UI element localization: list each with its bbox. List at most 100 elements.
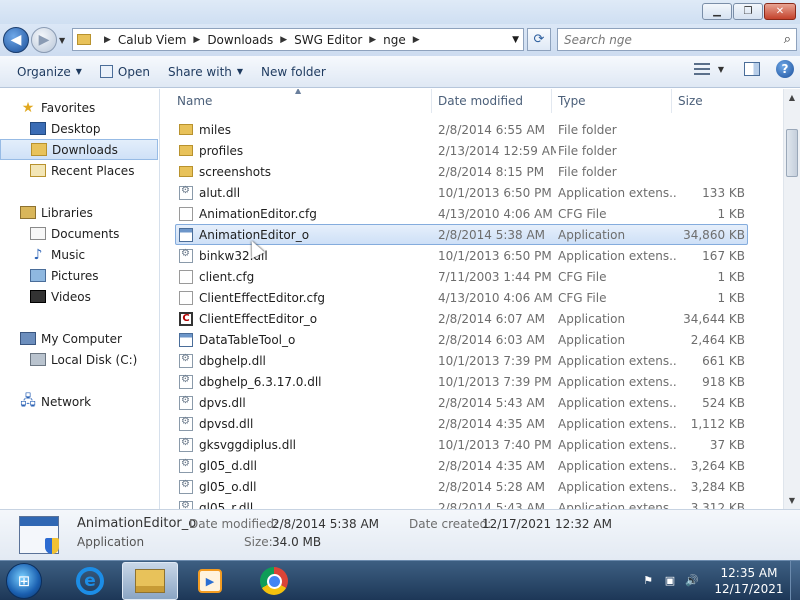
file-row[interactable]: dpvsd.dll 2/8/2014 4:35 AM Application ext…: [161, 413, 783, 434]
nav-desktop[interactable]: Desktop: [0, 118, 158, 139]
scrollbar-thumb[interactable]: [786, 129, 798, 177]
back-button[interactable]: ◀: [3, 27, 29, 53]
file-name-cell[interactable]: C ClientEffectEditor_o: [179, 308, 429, 329]
preview-pane-icon[interactable]: [744, 62, 760, 76]
column-header-size[interactable]: Size: [671, 89, 751, 113]
file-row[interactable]: gl05_o.dll 2/8/2014 5:28 AM Application ex…: [161, 476, 783, 497]
chevron-right-icon[interactable]: ▶: [369, 35, 376, 45]
open-button[interactable]: Open: [91, 60, 159, 84]
breadcrumb-item[interactable]: Calub Viem: [118, 33, 186, 47]
file-row[interactable]: miles 2/8/2014 6:55 AM File folder: [161, 119, 783, 140]
file-row[interactable]: dbghelp.dll 10/1/2013 7:39 PM Application …: [161, 350, 783, 371]
file-row[interactable]: alut.dll 10/1/2013 6:50 PM Application ext…: [161, 182, 783, 203]
nav-libraries[interactable]: Libraries: [0, 202, 158, 223]
recent-pages-dropdown[interactable]: ▼: [59, 36, 65, 45]
file-name-cell[interactable]: AnimationEditor_o: [179, 224, 429, 245]
vertical-scrollbar[interactable]: ▲ ▼: [783, 89, 800, 509]
file-name-cell[interactable]: DataTableTool_o: [179, 329, 429, 350]
column-header-type[interactable]: Type: [551, 89, 671, 113]
organize-button[interactable]: Organize ▼: [8, 60, 91, 84]
start-button[interactable]: ⊞: [6, 563, 42, 599]
column-header-date[interactable]: Date modified: [431, 89, 551, 113]
file-type: File folder: [558, 164, 617, 179]
action-center-flag-icon[interactable]: ⚑: [640, 573, 656, 587]
file-name-cell[interactable]: gksvggdiplus.dll: [179, 434, 429, 455]
file-name-cell[interactable]: ClientEffectEditor.cfg: [179, 287, 429, 308]
nav-documents[interactable]: Documents: [0, 223, 158, 244]
file-row[interactable]: C ClientEffectEditor_o 2/8/2014 6:07 AM App…: [161, 308, 783, 329]
column-header-name[interactable]: Name ▲: [161, 89, 431, 113]
minimize-button[interactable]: ▁: [702, 3, 732, 20]
nav-music[interactable]: ♪ Music: [0, 244, 158, 265]
nav-local-disk[interactable]: Local Disk (C:): [0, 349, 158, 370]
file-type: Application extens...: [558, 500, 676, 510]
nav-my-computer[interactable]: My Computer: [0, 328, 158, 349]
help-icon[interactable]: ?: [776, 60, 794, 78]
maximize-button[interactable]: ❐: [733, 3, 763, 20]
file-row[interactable]: AnimationEditor.cfg 4/13/2010 4:06 AM CFG …: [161, 203, 783, 224]
nav-recent-places[interactable]: Recent Places: [0, 160, 158, 181]
taskbar-internet-explorer[interactable]: e: [62, 562, 118, 600]
file-name-cell[interactable]: dbghelp.dll: [179, 350, 429, 371]
chevron-right-icon[interactable]: ▶: [413, 35, 420, 45]
file-name-cell[interactable]: dpvs.dll: [179, 392, 429, 413]
file-row[interactable]: dbghelp_6.3.17.0.dll 10/1/2013 7:39 PM App…: [161, 371, 783, 392]
file-name-cell[interactable]: profiles: [179, 140, 429, 161]
file-name-cell[interactable]: dpvsd.dll: [179, 413, 429, 434]
file-name-cell[interactable]: gl05_o.dll: [179, 476, 429, 497]
file-name-cell[interactable]: gl05_d.dll: [179, 455, 429, 476]
view-options-dropdown[interactable]: ▼: [718, 65, 724, 74]
file-type: Application extens...: [558, 416, 676, 431]
nav-favorites[interactable]: ★ Favorites: [0, 97, 158, 118]
share-with-button[interactable]: Share with ▼: [159, 60, 252, 84]
file-row[interactable]: gksvggdiplus.dll 10/1/2013 7:40 PM Applica…: [161, 434, 783, 455]
file-row[interactable]: profiles 2/13/2014 12:59 AM File folder: [161, 140, 783, 161]
refresh-button[interactable]: ⟳: [527, 28, 551, 51]
close-button[interactable]: ✕: [764, 3, 796, 20]
system-clock[interactable]: 12:35 AM 12/17/2021: [714, 565, 784, 597]
chevron-right-icon[interactable]: ▶: [193, 35, 200, 45]
media-player-icon: ▶: [198, 569, 222, 593]
search-icon[interactable]: ⌕: [784, 32, 791, 47]
file-row[interactable]: dpvs.dll 2/8/2014 5:43 AM Application exte…: [161, 392, 783, 413]
forward-button[interactable]: ▶: [31, 27, 57, 53]
taskbar-media-player[interactable]: ▶: [182, 562, 238, 600]
nav-pictures[interactable]: Pictures: [0, 265, 158, 286]
file-name-cell[interactable]: alut.dll: [179, 182, 429, 203]
scroll-down-button[interactable]: ▼: [784, 492, 800, 509]
breadcrumb-item[interactable]: nge: [383, 33, 406, 47]
search-input[interactable]: Search nge ⌕: [557, 28, 797, 51]
volume-icon[interactable]: 🔊: [684, 573, 700, 587]
scroll-up-button[interactable]: ▲: [784, 89, 800, 106]
chevron-right-icon[interactable]: ▶: [280, 35, 287, 45]
chevron-right-icon[interactable]: ▶: [104, 35, 111, 45]
network-tray-icon[interactable]: ▣: [662, 573, 678, 587]
new-folder-button[interactable]: New folder: [252, 60, 335, 84]
nav-network[interactable]: 🖧 Network: [0, 391, 158, 412]
breadcrumb-item[interactable]: SWG Editor: [294, 33, 362, 47]
address-history-dropdown[interactable]: ▼: [512, 35, 519, 45]
file-name-cell[interactable]: screenshots: [179, 161, 429, 182]
file-date-modified: 10/1/2013 7:40 PM: [438, 437, 552, 452]
taskbar-chrome[interactable]: [246, 562, 302, 600]
file-row[interactable]: ClientEffectEditor.cfg 4/13/2010 4:06 AM C…: [161, 287, 783, 308]
file-row[interactable]: DataTableTool_o 2/8/2014 6:03 AM Applicati…: [161, 329, 783, 350]
file-row[interactable]: client.cfg 7/11/2003 1:44 PM CFG File 1 KB: [161, 266, 783, 287]
file-name-cell[interactable]: binkw32.dll: [179, 245, 429, 266]
file-name-cell[interactable]: miles: [179, 119, 429, 140]
file-name-cell[interactable]: client.cfg: [179, 266, 429, 287]
file-row[interactable]: gl05_d.dll 2/8/2014 4:35 AM Application ex…: [161, 455, 783, 476]
address-bar[interactable]: ▶ Calub Viem ▶ Downloads ▶ SWG Editor ▶ nge…: [72, 28, 524, 51]
show-desktop-button[interactable]: [790, 561, 800, 600]
file-row[interactable]: screenshots 2/8/2014 8:15 PM File folder: [161, 161, 783, 182]
file-row[interactable]: gl05_r.dll 2/8/2014 5:43 AM Application ex…: [161, 497, 783, 509]
nav-videos[interactable]: Videos: [0, 286, 158, 307]
file-name-cell[interactable]: dbghelp_6.3.17.0.dll: [179, 371, 429, 392]
nav-downloads[interactable]: Downloads: [0, 139, 158, 160]
breadcrumb-item[interactable]: Downloads: [207, 33, 273, 47]
dll-icon: [179, 479, 193, 494]
change-view-icon[interactable]: [693, 63, 710, 75]
file-name-cell[interactable]: gl05_r.dll: [179, 497, 429, 509]
taskbar-windows-explorer[interactable]: [122, 562, 178, 600]
file-name-cell[interactable]: AnimationEditor.cfg: [179, 203, 429, 224]
